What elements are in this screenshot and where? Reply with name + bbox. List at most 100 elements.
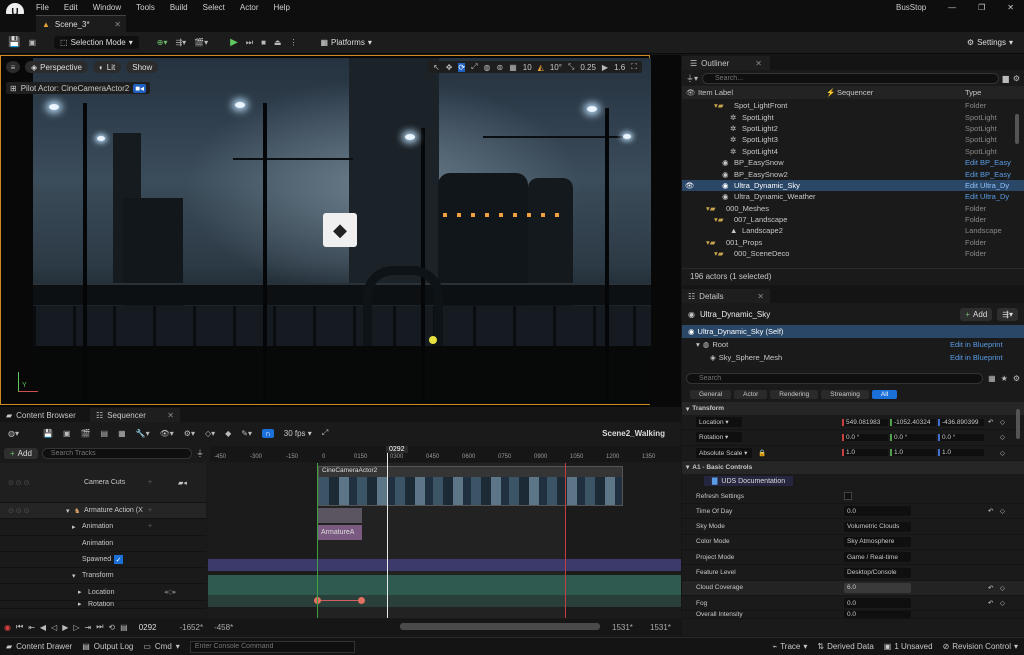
filter-actor[interactable]: Actor <box>734 390 768 399</box>
prev-key-icon[interactable]: ⇤ <box>28 623 35 632</box>
menu-tools[interactable]: Tools <box>136 3 155 12</box>
play-icon[interactable]: ▶ <box>62 623 68 632</box>
details-tab[interactable]: ☷ Details ✕ <box>682 289 770 303</box>
track-lock-icons[interactable]: ⊙ ⊙ ⊙ <box>8 479 30 487</box>
transform-header[interactable]: ▾ Transform <box>682 402 1024 415</box>
list-item[interactable]: ▾▰ 007_Landscape Folder <box>682 214 1024 225</box>
camera-cut-section[interactable]: CineCameraActor2 <box>318 466 623 506</box>
curve-editor-icon[interactable]: ⤢ <box>322 428 328 438</box>
reset-icon[interactable]: ↶ <box>988 507 993 515</box>
column-item-label[interactable]: Item Label <box>698 88 733 97</box>
keyframe-icon[interactable]: ◇ <box>1000 449 1005 457</box>
show-button[interactable]: Show <box>126 61 159 73</box>
rotation-y[interactable]: 0.0 ° <box>890 433 936 441</box>
keyframe-icon[interactable]: ◇ <box>1000 599 1005 607</box>
console-input[interactable] <box>189 640 355 653</box>
outliner-search-input[interactable] <box>702 72 999 84</box>
scale-tool-icon[interactable]: ⤢ <box>471 62 477 72</box>
edit-in-blueprint-link[interactable]: Edit in Blueprint <box>950 353 1003 362</box>
track-row[interactable]: ▸ Rotation <box>0 601 206 609</box>
animation-clip[interactable]: ArmatureA <box>318 525 362 540</box>
track-row[interactable]: ▾ Transform <box>0 568 206 585</box>
column-type[interactable]: Type <box>965 88 981 97</box>
more-options-icon[interactable]: ⋮ <box>289 38 297 47</box>
location-dropdown[interactable]: Location ▾ <box>696 417 742 428</box>
record-icon[interactable]: ◉ <box>4 623 11 632</box>
timeline-area[interactable]: CineCameraActor2 ArmatureA <box>208 453 681 618</box>
auto-key-icon[interactable]: ◆ <box>225 429 231 438</box>
component-row-selected[interactable]: ◉ Ultra_Dynamic_Sky (Self) <box>682 325 1024 338</box>
key-options-icon[interactable]: ◇▾ <box>205 429 215 438</box>
next-key-icon[interactable]: ⇥ <box>85 623 92 632</box>
eject-icon[interactable]: ⏏ <box>274 38 282 47</box>
item-type-link[interactable]: Edit Ultra_Dy <box>965 192 1009 201</box>
menu-edit[interactable]: Edit <box>64 3 78 12</box>
list-item[interactable]: ▾▰ Spot_LightFront Folder <box>682 100 1024 111</box>
filter-icon[interactable]: ⏚▾ <box>686 73 698 84</box>
snap-icon[interactable]: ∩ <box>262 428 274 438</box>
rotation-z[interactable]: 0.0 ° <box>938 433 984 441</box>
favorite-star-icon[interactable]: ★ <box>1001 374 1008 383</box>
add-section-icon[interactable]: + <box>148 523 152 530</box>
location-y[interactable]: -1052.40324 <box>890 418 936 426</box>
list-item[interactable]: ▾▰ 000_Meshes Folder <box>682 203 1024 214</box>
track-row[interactable]: ⊙ ⊙ ⊙ Camera Cuts + ▰◂ <box>0 463 206 503</box>
maximize-icon[interactable]: ❐ <box>978 3 985 12</box>
angle-snap-value[interactable]: 10° <box>550 63 562 72</box>
find-asset-icon[interactable]: ▣ <box>63 429 71 438</box>
cine-camera-gizmo-icon[interactable]: ◆ <box>323 213 357 247</box>
grid-snap-value[interactable]: 10 <box>523 63 532 72</box>
actor-marker-icon[interactable] <box>429 336 437 344</box>
location-bar[interactable] <box>208 595 681 607</box>
filter-streaming[interactable]: Streaming <box>821 390 869 399</box>
fps-dropdown[interactable]: 30 fps ▾ <box>284 429 312 438</box>
item-type-link[interactable]: Edit BP_Easy <box>965 158 1011 167</box>
tab-close-icon[interactable]: ✕ <box>755 59 762 68</box>
settings-button[interactable]: ⚙ Settings ▾ <box>962 36 1018 49</box>
stop-icon[interactable]: ■ <box>261 38 266 47</box>
timeline-scrollbar[interactable] <box>400 623 600 630</box>
close-icon[interactable]: ✕ <box>1007 3 1014 12</box>
prop-value[interactable]: 0.0 <box>844 598 911 609</box>
world-space-icon[interactable]: ◍ <box>484 63 491 72</box>
maximize-viewport-icon[interactable]: ⛶ <box>631 62 637 72</box>
item-type-link[interactable]: Edit BP_Easy <box>965 170 1011 179</box>
blueprint-options-button[interactable]: ⇶▾ <box>997 307 1018 321</box>
jump-end-icon[interactable]: ⏭ <box>96 622 103 632</box>
transform-bar[interactable] <box>208 575 681 595</box>
jump-start-icon[interactable]: ⏮ <box>16 622 23 632</box>
component-row[interactable]: ◈ Sky_Sphere_Mesh Edit in Blueprint <box>682 351 1024 364</box>
track-row[interactable]: Spawned ✓ <box>0 552 206 569</box>
platforms-button[interactable]: ▦ Platforms ▾ <box>315 36 376 49</box>
prop-dropdown[interactable]: Desktop/Console <box>844 567 911 578</box>
track-row[interactable]: ▸ Location ◂◇▸ <box>0 584 206 601</box>
level-tab[interactable]: ▲ Scene_3* ✕ <box>36 15 126 32</box>
scale-z[interactable]: 1.0 <box>938 449 984 457</box>
list-item[interactable]: ◉ Ultra_Dynamic_Weather Edit Ultra_Dy <box>682 191 1024 202</box>
list-item[interactable]: ✲ SpotLight2 SpotLight <box>682 123 1024 134</box>
reset-icon[interactable]: ↶ <box>988 584 993 592</box>
expand-icon[interactable]: ▸ <box>72 523 76 531</box>
reset-icon[interactable]: ↶ <box>988 599 993 607</box>
view-options-icon[interactable]: 👁▾ <box>160 429 174 438</box>
keyframe-icon[interactable]: ◇ <box>1000 507 1005 515</box>
tab-close-icon[interactable]: ✕ <box>167 411 174 420</box>
list-item[interactable]: ◉ BP_EasySnow2 Edit BP_Easy <box>682 168 1024 179</box>
move-tool-icon[interactable]: ✥ <box>446 63 453 72</box>
track-options-icon[interactable]: ▦ <box>118 429 126 438</box>
menu-window[interactable]: Window <box>93 3 121 12</box>
expand-icon[interactable]: ▾ <box>66 507 70 515</box>
timeline-ruler[interactable]: -450 -300 -150 0 0150 0300 0450 0600 075… <box>210 446 681 462</box>
menu-build[interactable]: Build <box>170 3 188 12</box>
playback-options-icon[interactable]: ⚙▾ <box>184 429 195 438</box>
lit-button[interactable]: ◐ Lit <box>92 61 122 73</box>
visibility-eye-icon[interactable]: 👁 <box>685 181 695 190</box>
edit-mode-icon[interactable]: ✎▾ <box>241 429 252 438</box>
location-x[interactable]: 549.081983 <box>842 418 888 426</box>
camera-speed-value[interactable]: 1.6 <box>614 63 625 72</box>
refresh-checkbox[interactable] <box>844 492 852 501</box>
play-reverse-icon[interactable]: ◁ <box>51 623 57 632</box>
filter-icon[interactable]: ⏚ <box>196 448 204 459</box>
start-marker[interactable] <box>317 463 318 618</box>
tab-content-browser[interactable]: ▰ Content Browser <box>0 408 88 422</box>
